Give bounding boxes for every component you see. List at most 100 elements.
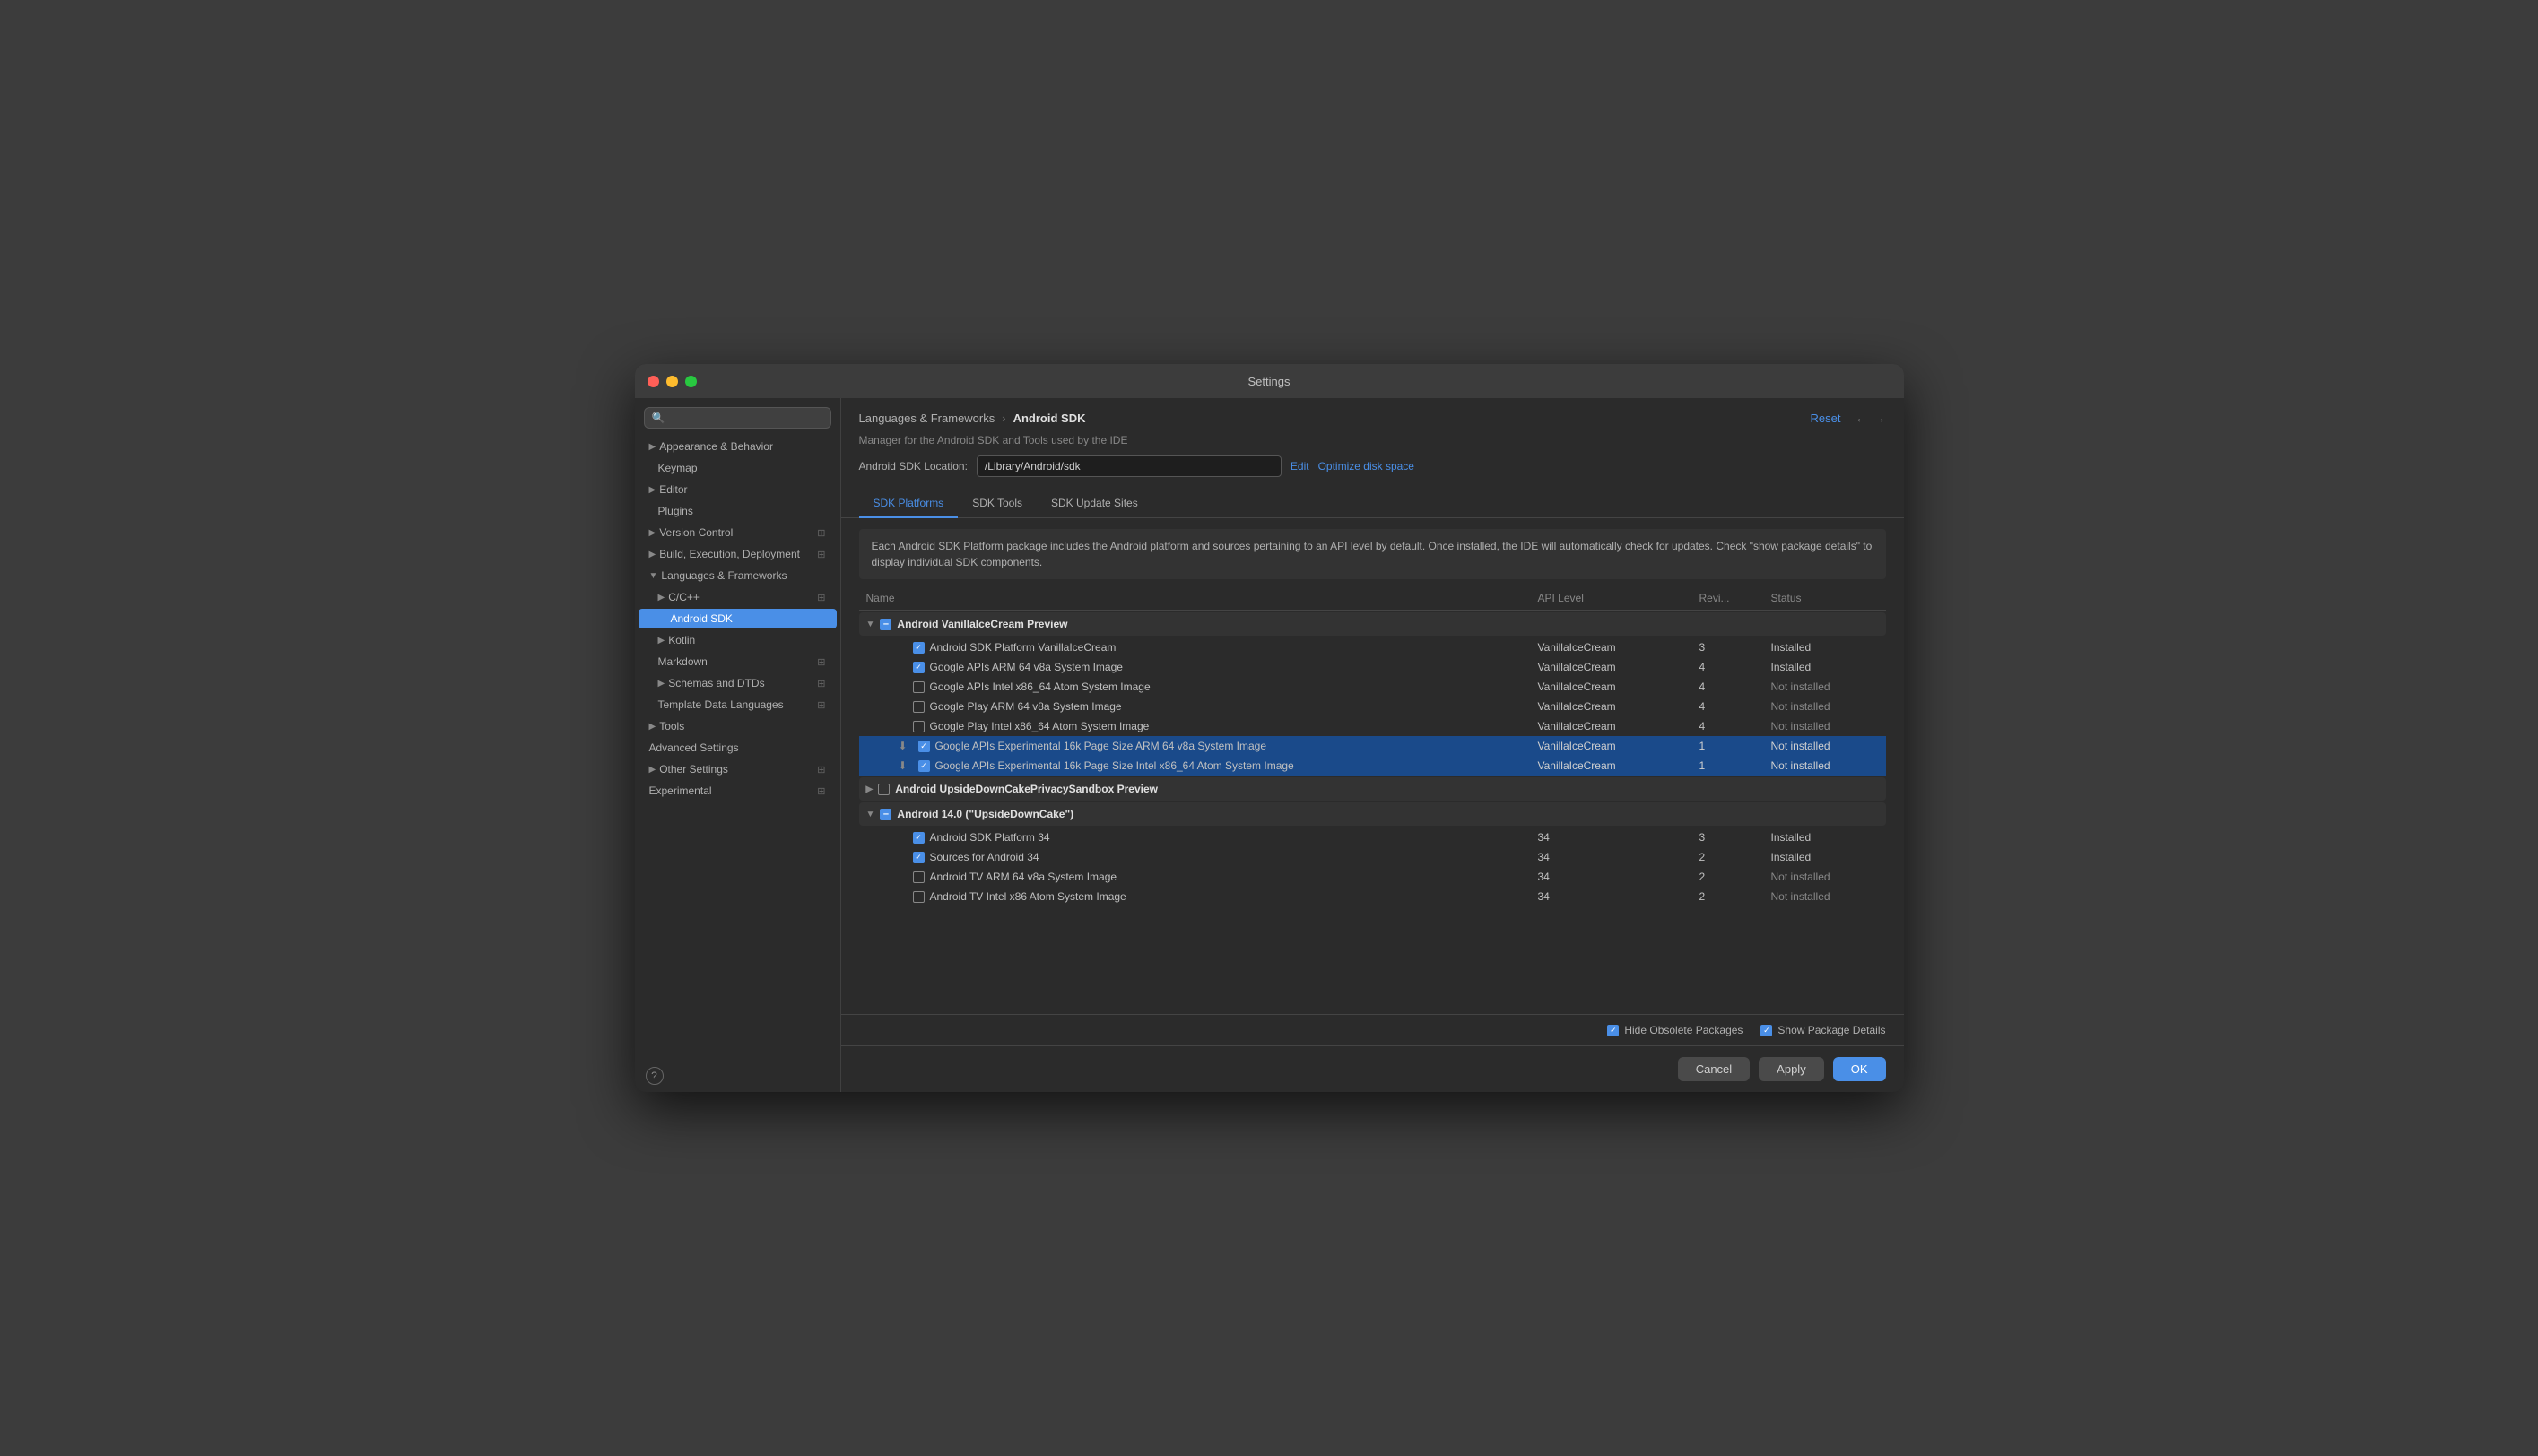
row-rev: 2	[1699, 890, 1771, 903]
row-rev: 2	[1699, 851, 1771, 863]
sidebar-item-appearance[interactable]: ▶ Appearance & Behavior	[639, 437, 837, 456]
group-checkbox[interactable]	[880, 619, 891, 630]
sidebar-item-android-sdk[interactable]: Android SDK	[639, 609, 837, 628]
table-row[interactable]: Android SDK Platform VanillaIceCream Van…	[859, 637, 1886, 657]
sidebar-bottom: ?	[635, 1060, 840, 1092]
sidebar-item-version-control[interactable]: ▶ Version Control ⊞	[639, 523, 837, 542]
table-area[interactable]: Name API Level Revi... Status ▼ Android …	[859, 586, 1886, 1014]
help-button[interactable]: ?	[646, 1067, 664, 1085]
group-android-14[interactable]: ▼ Android 14.0 ("UpsideDownCake")	[859, 802, 1886, 826]
row-checkbox[interactable]	[913, 642, 925, 654]
row-checkbox[interactable]	[913, 662, 925, 673]
back-button[interactable]: ←	[1856, 411, 1868, 425]
sidebar-item-label: Appearance & Behavior	[659, 440, 773, 453]
group-name-cell: ▼ Android 14.0 ("UpsideDownCake")	[866, 808, 1538, 820]
row-checkbox[interactable]	[913, 832, 925, 844]
group-label: Android UpsideDownCakePrivacySandbox Pre…	[895, 783, 1158, 795]
window-title: Settings	[1248, 375, 1291, 388]
row-checkbox[interactable]	[913, 701, 925, 713]
table-row[interactable]: ⬇ Google APIs Experimental 16k Page Size…	[859, 736, 1886, 756]
title-bar: Settings	[635, 364, 1904, 398]
table-row[interactable]: Android SDK Platform 34 34 3 Installed	[859, 828, 1886, 847]
footer-checkboxes-row: Hide Obsolete Packages Show Package Deta…	[841, 1014, 1904, 1045]
sidebar-item-template-data[interactable]: Template Data Languages ⊞	[639, 695, 837, 715]
tab-sdk-tools[interactable]: SDK Tools	[958, 490, 1037, 518]
tab-sdk-platforms[interactable]: SDK Platforms	[859, 490, 959, 518]
row-status: Installed	[1771, 661, 1879, 673]
tab-sdk-update-sites[interactable]: SDK Update Sites	[1037, 490, 1152, 518]
row-name: Google Play ARM 64 v8a System Image	[930, 700, 1122, 713]
row-status: Not installed	[1771, 890, 1879, 903]
sidebar-item-label: Android SDK	[671, 612, 733, 625]
sidebar-item-build-execution[interactable]: ▶ Build, Execution, Deployment ⊞	[639, 544, 837, 564]
cancel-button[interactable]: Cancel	[1678, 1057, 1750, 1081]
sidebar-item-languages-frameworks[interactable]: ▼ Languages & Frameworks	[639, 566, 837, 585]
group-checkbox[interactable]	[878, 784, 890, 795]
table-row[interactable]: Google Play ARM 64 v8a System Image Vani…	[859, 697, 1886, 716]
sidebar-item-tools[interactable]: ▶ Tools	[639, 716, 837, 736]
sidebar-item-advanced-settings[interactable]: Advanced Settings	[639, 738, 837, 758]
group-upside-down-sandbox[interactable]: ▶ Android UpsideDownCakePrivacySandbox P…	[859, 777, 1886, 801]
forward-button[interactable]: →	[1873, 411, 1886, 425]
show-package-details-checkbox[interactable]	[1760, 1025, 1772, 1036]
table-row[interactable]: ⬇ Google APIs Experimental 16k Page Size…	[859, 756, 1886, 776]
group-checkbox[interactable]	[880, 809, 891, 820]
show-package-details-item: Show Package Details	[1760, 1024, 1885, 1036]
table-row[interactable]: Google APIs ARM 64 v8a System Image Vani…	[859, 657, 1886, 677]
info-box: Each Android SDK Platform package includ…	[859, 529, 1886, 579]
folder-icon: ⊞	[817, 592, 825, 603]
reset-button[interactable]: Reset	[1811, 412, 1841, 425]
sidebar-item-markdown[interactable]: Markdown ⊞	[639, 652, 837, 672]
close-button[interactable]	[648, 376, 659, 387]
row-checkbox[interactable]	[913, 681, 925, 693]
row-name: Google Play Intel x86_64 Atom System Ima…	[930, 720, 1150, 732]
row-checkbox[interactable]	[913, 871, 925, 883]
sidebar-item-editor[interactable]: ▶ Editor	[639, 480, 837, 499]
sidebar-item-schemas-dtds[interactable]: ▶ Schemas and DTDs ⊞	[639, 673, 837, 693]
table-row[interactable]: Google APIs Intel x86_64 Atom System Ima…	[859, 677, 1886, 697]
maximize-button[interactable]	[685, 376, 697, 387]
search-input[interactable]	[670, 412, 822, 424]
group-name-cell: ▼ Android VanillaIceCream Preview	[866, 618, 1538, 630]
sidebar-item-experimental[interactable]: Experimental ⊞	[639, 781, 837, 801]
row-rev: 3	[1699, 641, 1771, 654]
group-label: Android VanillaIceCream Preview	[897, 618, 1067, 630]
sidebar-item-label: C/C++	[668, 591, 700, 603]
hide-obsolete-checkbox[interactable]	[1607, 1025, 1619, 1036]
table-row[interactable]: Android TV ARM 64 v8a System Image 34 2 …	[859, 867, 1886, 887]
search-box[interactable]: 🔍	[644, 407, 831, 429]
edit-button[interactable]: Edit	[1291, 460, 1309, 472]
expand-icon: ▶	[658, 593, 665, 602]
table-row[interactable]: Android TV Intel x86 Atom System Image 3…	[859, 887, 1886, 906]
window-controls	[648, 376, 697, 387]
folder-icon: ⊞	[817, 527, 825, 539]
sidebar-item-label: Keymap	[658, 462, 698, 474]
row-checkbox[interactable]	[913, 891, 925, 903]
row-name: Google APIs Experimental 16k Page Size A…	[935, 740, 1267, 752]
sdk-location-input[interactable]	[977, 455, 1282, 477]
optimize-disk-button[interactable]: Optimize disk space	[1318, 460, 1414, 472]
ok-button[interactable]: OK	[1833, 1057, 1886, 1081]
row-checkbox[interactable]	[918, 760, 930, 772]
apply-button[interactable]: Apply	[1759, 1057, 1824, 1081]
sidebar-item-keymap[interactable]: Keymap	[639, 458, 837, 478]
sdk-location-label: Android SDK Location:	[859, 460, 968, 472]
search-icon: 🔍	[652, 412, 665, 424]
sidebar-item-other-settings[interactable]: ▶ Other Settings ⊞	[639, 759, 837, 779]
group-vanilla-ice-cream[interactable]: ▼ Android VanillaIceCream Preview	[859, 612, 1886, 636]
row-rev: 4	[1699, 661, 1771, 673]
row-checkbox[interactable]	[913, 852, 925, 863]
row-checkbox[interactable]	[918, 741, 930, 752]
sidebar-item-cpp[interactable]: ▶ C/C++ ⊞	[639, 587, 837, 607]
minimize-button[interactable]	[666, 376, 678, 387]
sidebar-item-kotlin[interactable]: ▶ Kotlin	[639, 630, 837, 650]
expand-icon: ▶	[649, 485, 656, 495]
header-actions: Reset ← →	[1811, 411, 1886, 425]
table-row[interactable]: Sources for Android 34 34 2 Installed	[859, 847, 1886, 867]
sidebar-item-plugins[interactable]: Plugins	[639, 501, 837, 521]
sdk-description: Manager for the Android SDK and Tools us…	[841, 434, 1904, 455]
row-checkbox[interactable]	[913, 721, 925, 732]
row-name: Android TV Intel x86 Atom System Image	[930, 890, 1126, 903]
table-row[interactable]: Google Play Intel x86_64 Atom System Ima…	[859, 716, 1886, 736]
row-status: Not installed	[1771, 680, 1879, 693]
